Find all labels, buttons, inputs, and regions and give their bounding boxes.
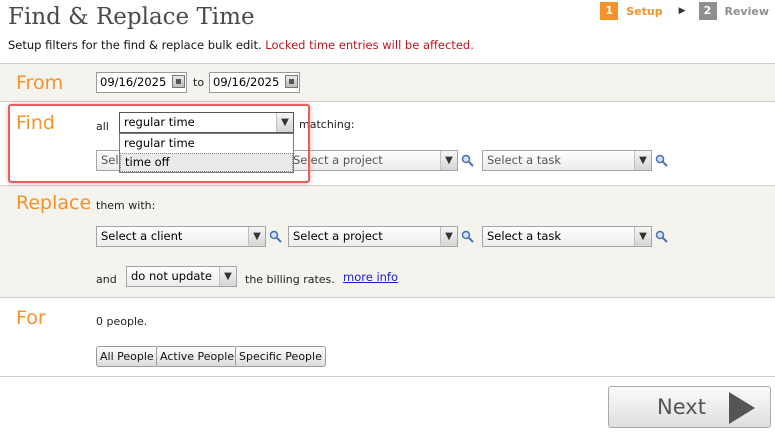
step-1-number: 1 [600,2,619,20]
replace-client-placeholder: Select a client [101,229,183,243]
start-date-value: 09/16/2025 [100,75,167,89]
from-label: From [16,72,64,94]
replace-task-select[interactable]: Select a task ▼ [482,226,652,247]
find-project-select[interactable]: Select a project ▼ [288,150,458,171]
active-people-button[interactable]: Active People [156,346,239,367]
magnifier-icon[interactable] [461,230,474,243]
locked-warning: Locked time entries will be affected. [265,38,474,52]
chevron-down-icon: ▼ [219,267,236,286]
more-info-link[interactable]: more info [343,270,398,284]
next-label: Next [657,395,706,419]
chevron-down-icon: ▼ [634,227,651,246]
people-count: 0 people. [96,315,148,328]
step-1-label: Setup [626,4,663,18]
them-with-label: them with: [96,199,156,212]
chevron-down-icon: ▼ [440,227,457,246]
calendar-icon[interactable] [172,75,185,88]
end-date-input[interactable]: 09/16/2025 [209,72,300,93]
start-date-input[interactable]: 09/16/2025 [96,72,187,93]
replace-label: Replace [16,192,92,214]
chevron-down-icon: ▼ [248,227,265,246]
replace-project-placeholder: Select a project [293,229,383,243]
step-2-label: Review [724,4,770,18]
calendar-icon[interactable] [285,75,298,88]
replace-section: Replace them with: Select a client ▼ Sel… [0,185,775,297]
replace-client-select[interactable]: Select a client ▼ [96,226,266,247]
all-people-button[interactable]: All People [96,346,158,367]
billing-rate-value: do not update [131,269,212,283]
step-2-number: 2 [698,2,717,20]
magnifier-icon[interactable] [461,154,474,167]
end-date-value: 09/16/2025 [213,75,280,89]
replace-task-placeholder: Select a task [487,229,562,243]
for-label: For [16,307,46,329]
highlight-box [8,104,310,183]
subtitle-text: Setup filters for the find & replace bul… [8,38,262,52]
find-task-placeholder: Select a task [487,153,562,167]
find-task-select[interactable]: Select a task ▼ [482,150,652,171]
magnifier-icon[interactable] [655,154,668,167]
step-arrow-icon: ▶ [678,6,686,16]
page-subtitle: Setup filters for the find & replace bul… [8,38,474,52]
wizard-steps: 1 Setup ▶ 2 Review [600,2,769,20]
magnifier-icon[interactable] [655,230,668,243]
specific-people-button[interactable]: Specific People [235,346,326,367]
from-section: From 09/16/2025 to 09/16/2025 [0,63,775,101]
next-button[interactable]: Next [608,386,771,428]
chevron-down-icon: ▼ [634,151,651,170]
and-label: and [96,273,117,286]
next-arrow-icon [729,392,755,424]
chevron-down-icon: ▼ [440,151,457,170]
magnifier-icon[interactable] [269,230,282,243]
to-label: to [193,76,205,89]
replace-project-select[interactable]: Select a project ▼ [288,226,458,247]
billing-rate-select[interactable]: do not update ▼ [126,266,237,287]
billing-rates-text: the billing rates. [245,273,335,286]
page-title: Find & Replace Time [8,4,255,30]
